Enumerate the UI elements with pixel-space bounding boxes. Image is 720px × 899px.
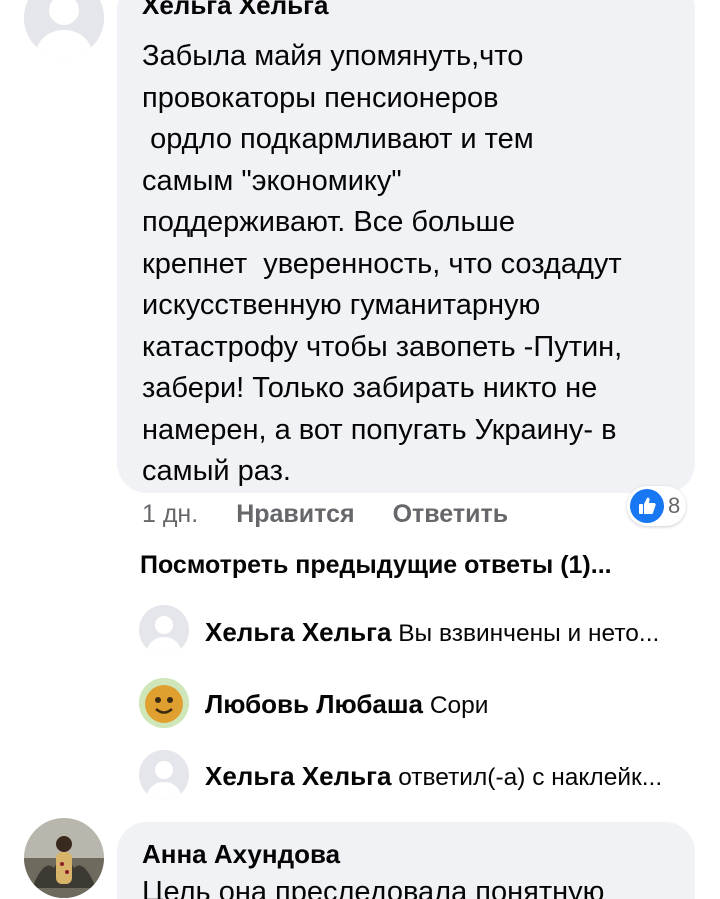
reply-button[interactable]: Ответить — [393, 500, 509, 529]
avatar[interactable] — [24, 818, 104, 898]
thumbs-up-icon — [630, 489, 664, 523]
reaction-count: 8 — [668, 493, 681, 518]
default-avatar-icon — [139, 605, 189, 655]
avatar[interactable] — [24, 0, 104, 58]
reply-text: Сори — [429, 692, 489, 719]
reply-author[interactable]: Хельга Хельга — [205, 617, 391, 647]
reply-author[interactable]: Любовь Любаша — [205, 689, 423, 719]
reply-item[interactable]: Хельга Хельга ответил(-а) с наклейк... — [205, 761, 690, 792]
default-avatar-icon — [24, 0, 104, 58]
comment-author[interactable]: Хельга Хельга — [142, 0, 328, 21]
reply-item[interactable]: Любовь Любаша Сори — [205, 689, 690, 720]
reply-text: Вы взвинчены и нето... — [398, 620, 660, 647]
reply-author[interactable]: Хельга Хельга — [205, 761, 391, 791]
comment-text: Забыла майя упомянуть,что провокаторы пе… — [142, 40, 623, 487]
reply-text: ответил(-а) с наклейк... — [398, 764, 663, 791]
comment-text: Цель она преследовала понятную — [142, 876, 605, 899]
like-button[interactable]: Нравится — [236, 500, 354, 529]
comment-actions: 1 дн. Нравится Ответить — [142, 500, 508, 529]
reaction-summary[interactable]: 8 — [627, 486, 687, 526]
comment-author[interactable]: Анна Ахундова — [142, 839, 340, 870]
avatar[interactable] — [139, 750, 189, 800]
default-avatar-icon — [139, 750, 189, 800]
photo-avatar-icon — [24, 818, 104, 898]
avatar[interactable] — [139, 678, 189, 728]
reply-item[interactable]: Хельга Хельга Вы взвинчены и нето... — [205, 617, 690, 648]
comment-time[interactable]: 1 дн. — [142, 500, 198, 529]
kolobok-avatar-icon — [139, 678, 189, 728]
view-previous-replies-link[interactable]: Посмотреть предыдущие ответы (1)... — [140, 551, 612, 580]
avatar[interactable] — [139, 605, 189, 655]
